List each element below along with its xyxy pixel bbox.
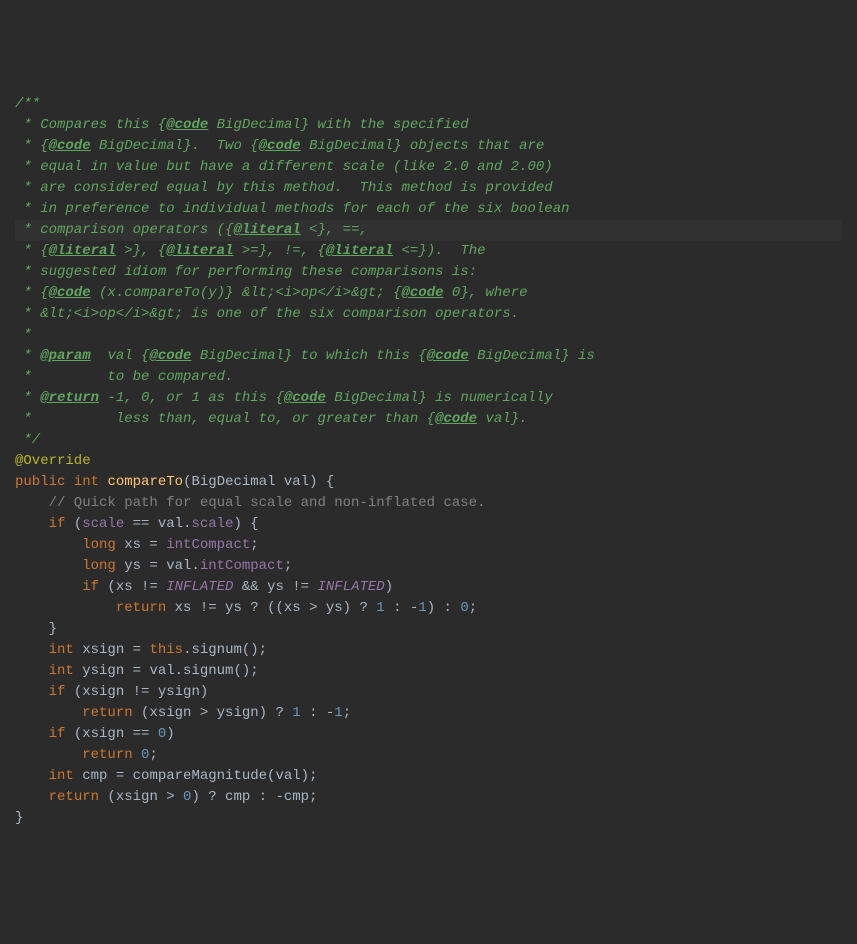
code-tag: @code	[49, 138, 91, 154]
code-line: long xs = intCompact;	[15, 537, 259, 553]
code-line: long ys = val.intCompact;	[15, 558, 292, 574]
code-tag: @code	[427, 348, 469, 364]
javadoc-line: * &lt;<i>op</i>&gt; is one of the six co…	[15, 306, 519, 322]
javadoc-line: * in preference to individual methods fo…	[15, 201, 570, 217]
code-tag: @code	[166, 117, 208, 133]
code-line: if (xs != INFLATED && ys != INFLATED)	[15, 579, 393, 595]
code-line: if (scale == val.scale) {	[15, 516, 259, 532]
code-editor[interactable]: /** * Compares this {@code BigDecimal} w…	[15, 94, 842, 829]
code-line: return (xsign > ysign) ? 1 : -1;	[15, 705, 351, 721]
code-line: return 0;	[15, 747, 158, 763]
code-line: if (xsign != ysign)	[15, 684, 208, 700]
line-comment: // Quick path for equal scale and non-in…	[15, 495, 485, 511]
code-line: if (xsign == 0)	[15, 726, 175, 742]
code-line: int xsign = this.signum();	[15, 642, 267, 658]
code-tag: @code	[149, 348, 191, 364]
code-line: }	[15, 810, 23, 826]
javadoc-line: * equal in value but have a different sc…	[15, 159, 553, 175]
javadoc-line: * {@literal >}, {@literal >=}, !=, {@lit…	[15, 243, 486, 259]
literal-tag: @literal	[326, 243, 393, 259]
code-line: int cmp = compareMagnitude(val);	[15, 768, 317, 784]
override-annotation: @Override	[15, 453, 91, 469]
javadoc-line: * Compares this {@code BigDecimal} with …	[15, 117, 469, 133]
code-line: }	[15, 621, 57, 637]
param-tag: @param	[40, 348, 90, 364]
code-tag: @code	[401, 285, 443, 301]
return-tag: @return	[40, 390, 99, 406]
javadoc-line: * suggested idiom for performing these c…	[15, 264, 477, 280]
code-tag: @code	[284, 390, 326, 406]
method-name: compareTo	[107, 474, 183, 490]
javadoc-open: /**	[15, 96, 40, 112]
javadoc-line: * @param val {@code BigDecimal} to which…	[15, 348, 595, 364]
literal-tag: @literal	[166, 243, 233, 259]
javadoc-line: *	[15, 327, 32, 343]
javadoc-line: * @return -1, 0, or 1 as this {@code Big…	[15, 390, 553, 406]
javadoc-line: * {@code (x.compareTo(y)} &lt;<i>op</i>&…	[15, 285, 528, 301]
code-tag: @code	[435, 411, 477, 427]
code-tag: @code	[49, 285, 91, 301]
javadoc-line: * comparison operators ({@literal <}, ==…	[15, 222, 368, 238]
method-signature: public int compareTo(BigDecimal val) {	[15, 474, 334, 490]
code-tag: @code	[259, 138, 301, 154]
code-line: return (xsign > 0) ? cmp : -cmp;	[15, 789, 317, 805]
javadoc-line: * to be compared.	[15, 369, 233, 385]
literal-tag: @literal	[49, 243, 116, 259]
code-line: return xs != ys ? ((xs > ys) ? 1 : -1) :…	[15, 600, 477, 616]
literal-tag: @literal	[233, 222, 300, 238]
javadoc-line: * less than, equal to, or greater than {…	[15, 411, 528, 427]
javadoc-close: */	[15, 432, 40, 448]
javadoc-line: * {@code BigDecimal}. Two {@code BigDeci…	[15, 138, 544, 154]
javadoc-line: * are considered equal by this method. T…	[15, 180, 553, 196]
code-line: int ysign = val.signum();	[15, 663, 259, 679]
